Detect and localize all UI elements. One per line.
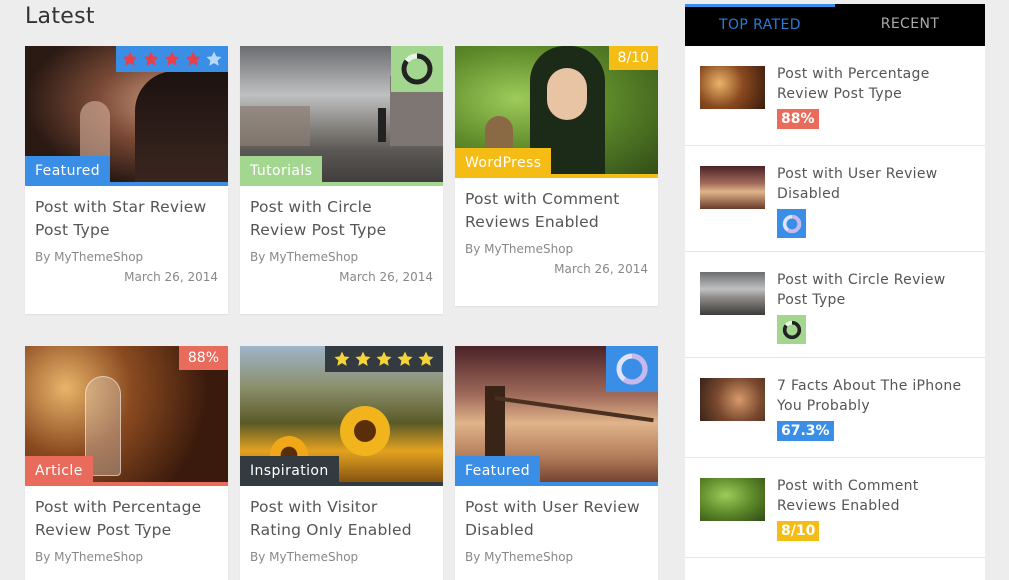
post-card[interactable]: 8/10 WordPress Post with Comment Reviews… (455, 46, 658, 306)
star-icon (122, 51, 138, 66)
post-author[interactable]: By MyThemeShop (240, 250, 443, 264)
post-title[interactable]: Post with Visitor Rating Only Enabled (240, 496, 443, 542)
tab-recent[interactable]: RECENT (835, 4, 985, 46)
progress-circle-icon (401, 53, 433, 85)
star-icon (376, 351, 392, 366)
post-title[interactable]: Post with User Review Disabled (455, 496, 658, 542)
star-icon (206, 51, 222, 66)
review-score: 8/10 (777, 521, 820, 541)
post-title[interactable]: Post with Star Review Post Type (25, 196, 228, 242)
star-icon (185, 51, 201, 66)
post-thumbnail[interactable] (700, 66, 765, 109)
post-author[interactable]: By MyThemeShop (455, 242, 658, 256)
post-thumbnail[interactable]: Inspiration (240, 346, 443, 486)
list-item[interactable]: Post with Comment Reviews Enabled 8/10 (685, 458, 985, 558)
post-card[interactable]: 88% Article Post with Percentage Review … (25, 346, 228, 580)
circle-rating (391, 46, 443, 92)
list-item[interactable]: 7 Facts About The iPhone You Probably 67… (685, 358, 985, 458)
post-title[interactable]: Post with Circle Review Post Type (240, 196, 443, 242)
post-thumbnail[interactable] (700, 166, 765, 209)
post-thumbnail[interactable]: Featured (25, 46, 228, 186)
post-author[interactable]: By MyThemeShop (240, 550, 443, 564)
post-card[interactable]: Featured Post with User Review Disabled … (455, 346, 658, 580)
widget-tabs: TOP RATED RECENT (685, 4, 985, 46)
post-author[interactable]: By MyThemeShop (455, 550, 658, 564)
post-card[interactable]: Tutorials Post with Circle Review Post T… (240, 46, 443, 314)
post-card[interactable]: Featured Post with Star Review Post Type… (25, 46, 228, 314)
list-item[interactable]: Post with Percentage Review Post Type 88… (685, 46, 985, 146)
tab-top-rated[interactable]: TOP RATED (685, 4, 835, 46)
post-date: March 26, 2014 (339, 270, 433, 284)
post-title[interactable]: Post with User Review Disabled (777, 164, 970, 204)
list-item[interactable]: Post with User Review Disabled (685, 146, 985, 252)
post-thumbnail[interactable]: 8/10 WordPress (455, 46, 658, 178)
post-thumbnail[interactable] (700, 478, 765, 521)
circle-rating (606, 346, 658, 392)
post-thumbnail[interactable]: Tutorials (240, 46, 443, 186)
star-rating (116, 46, 228, 72)
circle-rating (777, 315, 806, 344)
sidebar-widget: TOP RATED RECENT Post with Percentage Re… (685, 4, 985, 580)
post-thumbnail[interactable] (700, 378, 765, 421)
review-score: 8/10 (608, 46, 658, 70)
progress-circle-icon (782, 320, 801, 339)
circle-rating (777, 209, 806, 238)
star-icon (334, 351, 350, 366)
post-thumbnail[interactable]: 88% Article (25, 346, 228, 486)
post-author[interactable]: By MyThemeShop (25, 250, 228, 264)
post-title[interactable]: 7 Facts About The iPhone You Probably (777, 376, 970, 416)
star-icon (355, 351, 371, 366)
post-author[interactable]: By MyThemeShop (25, 550, 228, 564)
star-icon (143, 51, 159, 66)
post-date: March 26, 2014 (124, 270, 218, 284)
progress-circle-icon (782, 214, 801, 233)
star-rating (325, 346, 443, 372)
progress-circle-icon (616, 353, 648, 385)
post-card[interactable]: Inspiration Post with Visitor Rating Onl… (240, 346, 443, 580)
post-date: March 26, 2014 (554, 262, 648, 276)
post-title[interactable]: Post with Comment Reviews Enabled (455, 188, 658, 234)
review-score: 88% (178, 346, 228, 370)
list-item[interactable]: Post with Circle Review Post Type (685, 252, 985, 358)
review-score: 67.3% (777, 421, 834, 441)
post-thumbnail[interactable] (700, 272, 765, 315)
star-icon (397, 351, 413, 366)
post-thumbnail[interactable]: Featured (455, 346, 658, 486)
post-title[interactable]: Post with Comment Reviews Enabled (777, 476, 970, 516)
star-icon (418, 351, 434, 366)
review-score: 88% (777, 109, 819, 129)
post-title[interactable]: Post with Percentage Review Post Type (777, 64, 970, 104)
post-title[interactable]: Post with Circle Review Post Type (777, 270, 970, 310)
section-title: Latest (25, 4, 95, 29)
star-icon (164, 51, 180, 66)
post-title[interactable]: Post with Percentage Review Post Type (25, 496, 228, 542)
